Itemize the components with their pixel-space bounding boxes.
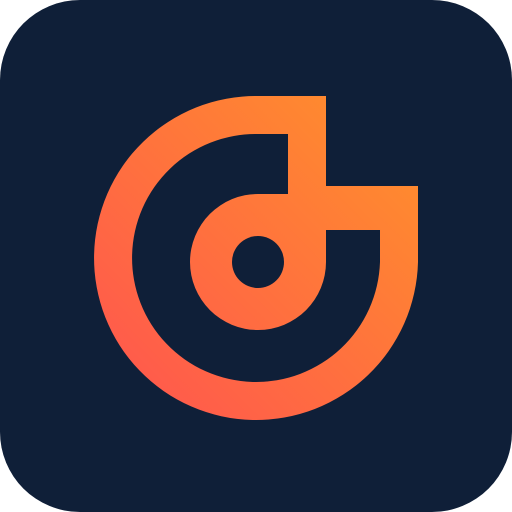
inner-dot	[232, 236, 284, 288]
app-icon-stage	[0, 0, 512, 512]
app-logo-icon	[0, 0, 512, 512]
